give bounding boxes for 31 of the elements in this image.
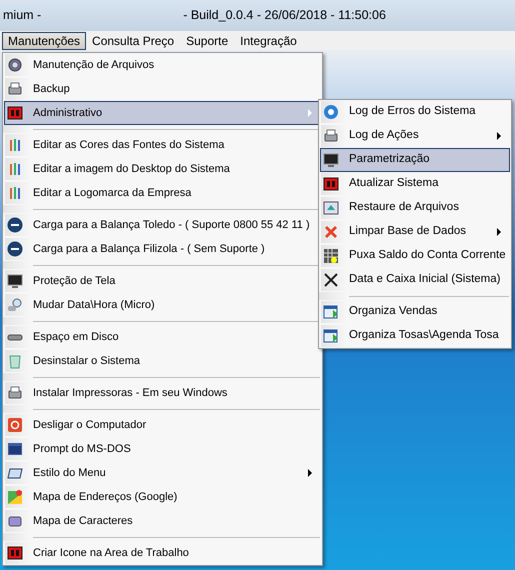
brush-icon [7, 161, 23, 177]
monitor-icon [7, 273, 23, 289]
menu-bar-item[interactable]: Consulta Preço [86, 32, 180, 50]
logo-icon [7, 545, 23, 561]
magnifier-icon [7, 297, 23, 313]
menu-bar-item[interactable]: Suporte [180, 32, 234, 50]
window-title: - Build_0.0.4 - 26/06/2018 - 11:50:06 [183, 7, 386, 24]
printer-icon [323, 128, 339, 144]
restore-icon [323, 200, 339, 216]
logo-icon [7, 105, 23, 121]
cross-icon [323, 224, 339, 240]
window-title: mium - [3, 7, 42, 24]
round-logo-icon [7, 217, 23, 233]
spreadsheet-icon [323, 328, 339, 344]
recycle-bin-icon [7, 353, 23, 369]
round-logo-icon [7, 241, 23, 257]
menu-item[interactable]: Administrativo [4, 101, 321, 125]
printer-icon [7, 385, 23, 401]
power-icon [7, 417, 23, 433]
monitor-icon [323, 152, 339, 168]
printer-icon [7, 81, 23, 97]
map-icon [7, 489, 23, 505]
brush-icon [7, 137, 23, 153]
menu-bar-item[interactable]: Integração [234, 32, 303, 50]
brush-icon [7, 185, 23, 201]
spreadsheet-icon [323, 304, 339, 320]
grid-icon [323, 248, 339, 264]
menu-bar-item[interactable]: Manutenções [2, 32, 86, 50]
terminal-icon [7, 441, 23, 457]
menu-item[interactable]: Parametrização [320, 148, 510, 172]
logo-icon [323, 176, 339, 192]
